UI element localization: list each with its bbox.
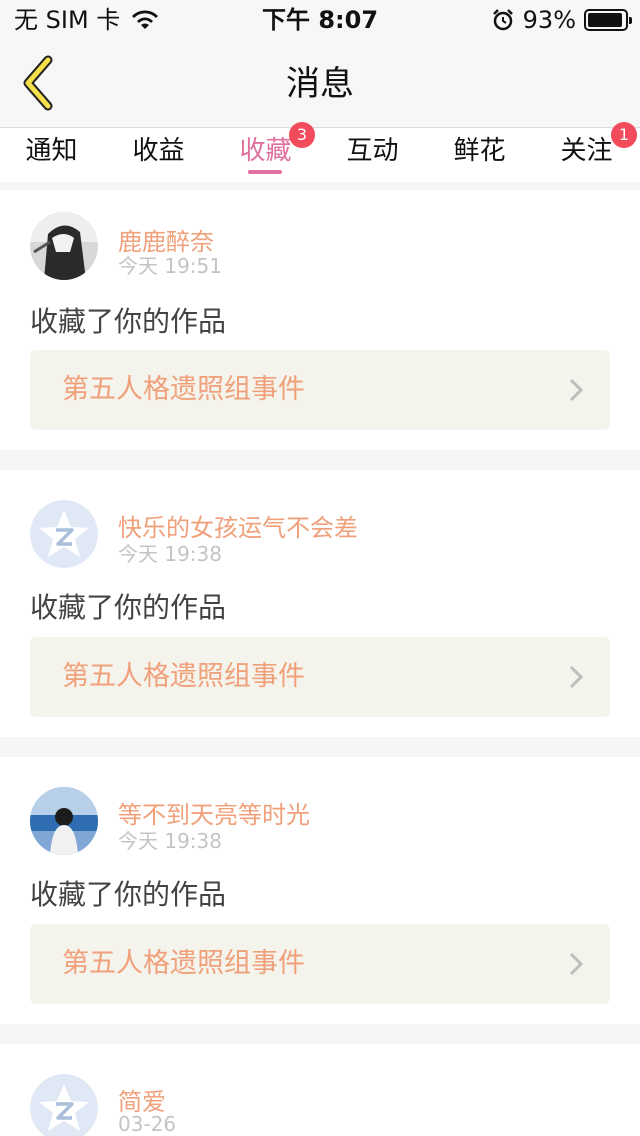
tab-earnings[interactable]: 收益 [105, 128, 212, 182]
message-time: 今天 19:38 [118, 542, 222, 566]
work-link[interactable]: 第五人格遗照组事件 [30, 924, 610, 1004]
tab-badge: 1 [611, 122, 637, 148]
avatar[interactable] [30, 212, 98, 280]
tab-badge: 3 [289, 122, 315, 148]
default-avatar-icon [30, 1074, 98, 1136]
message-time: 今天 19:51 [118, 254, 222, 278]
tab-notice[interactable]: 通知 [0, 128, 105, 182]
default-avatar-icon [30, 500, 98, 568]
message-card: 快乐的女孩运气不会差 今天 19:38 收藏了你的作品 第五人格遗照组事件 [0, 470, 640, 737]
work-title: 第五人格遗照组事件 [62, 661, 305, 692]
avatar[interactable] [30, 1074, 98, 1136]
action-text: 收藏了你的作品 [30, 591, 227, 624]
work-title: 第五人格遗照组事件 [62, 948, 305, 979]
message-card: 鹿鹿醉奈 今天 19:51 收藏了你的作品 第五人格遗照组事件 [0, 190, 640, 450]
avatar-photo-icon [30, 787, 98, 855]
alarm-icon [492, 9, 513, 31]
page-title: 消息 [286, 64, 354, 104]
tab-label: 收益 [132, 136, 185, 166]
chevron-right-icon [569, 952, 584, 976]
battery-icon [584, 9, 632, 31]
message-card: 等不到天亮等时光 今天 19:38 收藏了你的作品 第五人格遗照组事件 [0, 757, 640, 1024]
avatar-photo-icon [30, 212, 98, 280]
tab-flowers[interactable]: 鲜花 [426, 128, 533, 182]
tab-label: 互动 [346, 136, 399, 166]
avatar[interactable] [30, 500, 98, 568]
tab-follow[interactable]: 关注 1 [533, 122, 640, 182]
tab-bar: 通知 收益 收藏 3 互动 鲜花 关注 1 [0, 122, 640, 182]
action-text: 收藏了你的作品 [30, 878, 227, 911]
work-title: 第五人格遗照组事件 [62, 374, 305, 405]
tab-label: 收藏 [239, 136, 292, 166]
tab-label: 鲜花 [453, 136, 506, 166]
status-bar: 无 SIM 卡 下午 8:07 93% [0, 0, 640, 40]
action-text: 收藏了你的作品 [30, 305, 227, 338]
tab-active-indicator [248, 170, 282, 174]
tab-interaction[interactable]: 互动 [319, 128, 426, 182]
work-link[interactable]: 第五人格遗照组事件 [30, 637, 610, 717]
avatar[interactable] [30, 787, 98, 855]
message-time: 03-26 [118, 1112, 177, 1136]
chevron-right-icon [569, 665, 584, 689]
battery-percent: 93% [522, 6, 576, 34]
tab-label: 通知 [25, 136, 78, 166]
nav-bar: 消息 [0, 40, 640, 128]
tab-favorites[interactable]: 收藏 3 [212, 122, 319, 182]
work-link[interactable]: 第五人格遗照组事件 [30, 350, 610, 430]
status-right: 93% [491, 0, 632, 40]
message-time: 今天 19:38 [118, 829, 222, 853]
message-card: 简爱 03-26 [0, 1044, 640, 1136]
chevron-right-icon [569, 378, 584, 402]
tab-label: 关注 [560, 136, 613, 166]
